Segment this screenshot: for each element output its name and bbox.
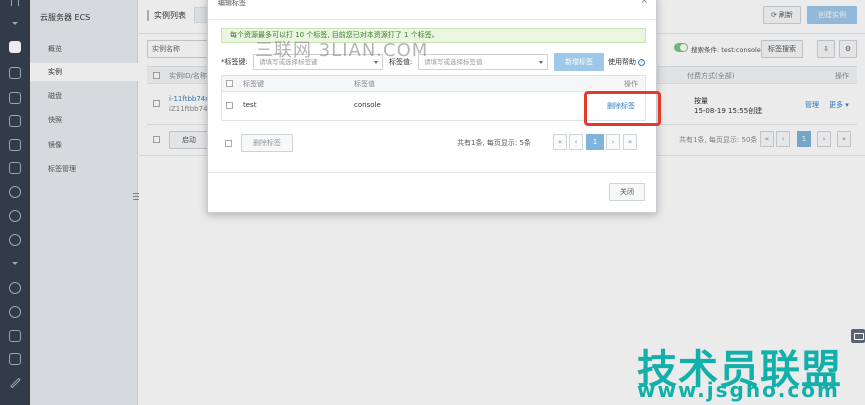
page-title: 实例列表 — [147, 10, 186, 21]
sidebar-item-images[interactable]: 镜像 — [48, 140, 62, 150]
row-checkbox[interactable] — [153, 100, 160, 107]
help-link[interactable]: 使用帮助 ? — [608, 57, 646, 67]
globe-icon[interactable] — [9, 210, 21, 222]
tag-table-header: 标签键 标签值 操作 — [222, 76, 645, 92]
sidebar-item-disks[interactable]: 磁盘 — [48, 91, 62, 101]
search-condition: 搜索条件: test:console — [691, 46, 761, 54]
network-icon[interactable] — [9, 115, 21, 127]
highlight-box — [584, 91, 661, 126]
refresh-button[interactable]: ⟳ 刷新 — [763, 6, 801, 24]
pagination-summary: 共有1条, 每页显示: 5条 — [457, 139, 531, 147]
delete-tags-button[interactable]: 删除标签 — [241, 134, 293, 152]
help-icon: ? — [638, 58, 646, 66]
tag-row-checkbox[interactable] — [226, 102, 233, 109]
first-page-button[interactable]: « — [553, 134, 567, 150]
footer-checkbox[interactable] — [153, 136, 160, 143]
grip-icon — [11, 0, 19, 6]
first-page-button[interactable]: « — [760, 131, 774, 147]
page-1-button[interactable]: 1 — [586, 134, 604, 150]
start-button[interactable]: 启动 — [169, 131, 209, 149]
cdn-icon[interactable] — [9, 139, 21, 151]
help-label: 使用帮助 — [608, 58, 636, 66]
col-pay-type[interactable]: 付费方式(全部) — [687, 71, 734, 81]
user-icon[interactable] — [9, 282, 21, 294]
divider — [208, 19, 656, 20]
sidebar-title: 云服务器 ECS — [40, 13, 91, 22]
prev-page-button[interactable]: ‹ — [776, 131, 790, 147]
pen-icon[interactable] — [10, 377, 21, 389]
sub-sidebar: 云服务器 ECS 概览 实例 磁盘 快照 镜像 标签管理 — [30, 0, 140, 405]
col-tag-ops: 操作 — [624, 80, 638, 88]
footer-select-checkbox[interactable] — [225, 140, 232, 147]
watermark-text: 三联网 3LIAN.COM — [255, 40, 429, 61]
icon-rail — [0, 0, 30, 405]
chat-icon[interactable] — [851, 329, 865, 343]
lab-icon[interactable] — [9, 330, 21, 342]
col-instance-id: 实例ID/名称 — [169, 72, 207, 80]
settings-button[interactable]: ⚙ — [839, 40, 857, 58]
next-page-button[interactable]: › — [606, 134, 620, 150]
sidebar-item-overview[interactable]: 概览 — [48, 44, 62, 54]
cloud-icon[interactable] — [9, 162, 21, 174]
add-tag-button[interactable]: 新增标签 — [554, 53, 604, 71]
prev-page-button[interactable]: ‹ — [569, 134, 583, 150]
tag-value-select[interactable]: 请填写或选择标签值 — [418, 54, 548, 70]
chevron-down-icon[interactable] — [12, 262, 18, 265]
ecs-icon[interactable] — [9, 41, 21, 53]
instance-id-link[interactable]: i-11ftbb74n — [169, 95, 210, 103]
footer-summary: 共有1条, 每页显示: 50条 — [679, 136, 758, 144]
chevron-down-icon — [539, 61, 543, 64]
server-icon[interactable] — [9, 186, 21, 198]
gear-icon: ⚙ — [844, 45, 852, 53]
billing-icon[interactable] — [9, 306, 21, 318]
tag-key-label: *标签键: — [221, 58, 248, 66]
instance-name: iZ11ftbb74n — [169, 105, 212, 113]
col-tag-key: 标签键 — [243, 80, 264, 88]
divider — [208, 172, 656, 173]
database-icon[interactable] — [9, 67, 21, 79]
page-1-button[interactable]: 1 — [797, 131, 811, 147]
select-all-tags-checkbox[interactable] — [226, 80, 233, 87]
next-page-button[interactable]: › — [817, 131, 831, 147]
refresh-label: 刷新 — [779, 11, 794, 19]
sidebar-item-snapshots[interactable]: 快照 — [48, 115, 62, 125]
search-toggle[interactable] — [674, 43, 688, 52]
manage-link[interactable]: 管理 — [805, 100, 819, 110]
export-icon: ⇩ — [823, 45, 829, 53]
export-button[interactable]: ⇩ — [817, 40, 835, 58]
filter-select[interactable]: 实例名称 — [147, 40, 209, 58]
storage-icon[interactable] — [9, 92, 21, 104]
tag-key-cell: test — [243, 101, 257, 109]
tag-table: 标签键 标签值 操作 test console 删除标签 — [221, 75, 646, 121]
more-link[interactable]: 更多 ▾ — [829, 100, 849, 110]
tag-search-button[interactable]: 标签搜索 — [761, 40, 803, 58]
tag-value-cell: console — [354, 101, 381, 109]
close-icon[interactable]: × — [640, 0, 648, 6]
sidebar-item-tag-management[interactable]: 标签管理 — [48, 164, 76, 174]
created-time: 15-08-19 15:55创建 — [694, 107, 763, 115]
last-page-button[interactable]: » — [837, 131, 851, 147]
select-all-checkbox[interactable] — [153, 72, 160, 79]
close-dialog-button[interactable]: 关闭 — [609, 183, 645, 201]
col-ops: 操作 — [835, 72, 849, 80]
last-page-button[interactable]: » — [623, 134, 637, 150]
brand-url: www.jsgho.com — [637, 378, 840, 402]
security-icon[interactable] — [9, 234, 21, 246]
tag-value-placeholder: 请填写或选择标签值 — [424, 58, 483, 66]
dialog-title: 编辑标签 — [218, 0, 246, 7]
sidebar-item-instances[interactable]: 实例 — [30, 63, 138, 81]
chevron-down-icon[interactable] — [12, 22, 18, 25]
mail-icon[interactable] — [9, 353, 21, 365]
pay-type: 按量 — [694, 97, 708, 105]
refresh-icon: ⟳ — [770, 11, 777, 19]
chevron-down-icon: ▾ — [845, 101, 849, 109]
col-tag-value: 标签值 — [354, 80, 375, 88]
more-label: 更多 — [829, 101, 843, 109]
create-instance-button[interactable]: 创建实例 — [807, 6, 857, 24]
